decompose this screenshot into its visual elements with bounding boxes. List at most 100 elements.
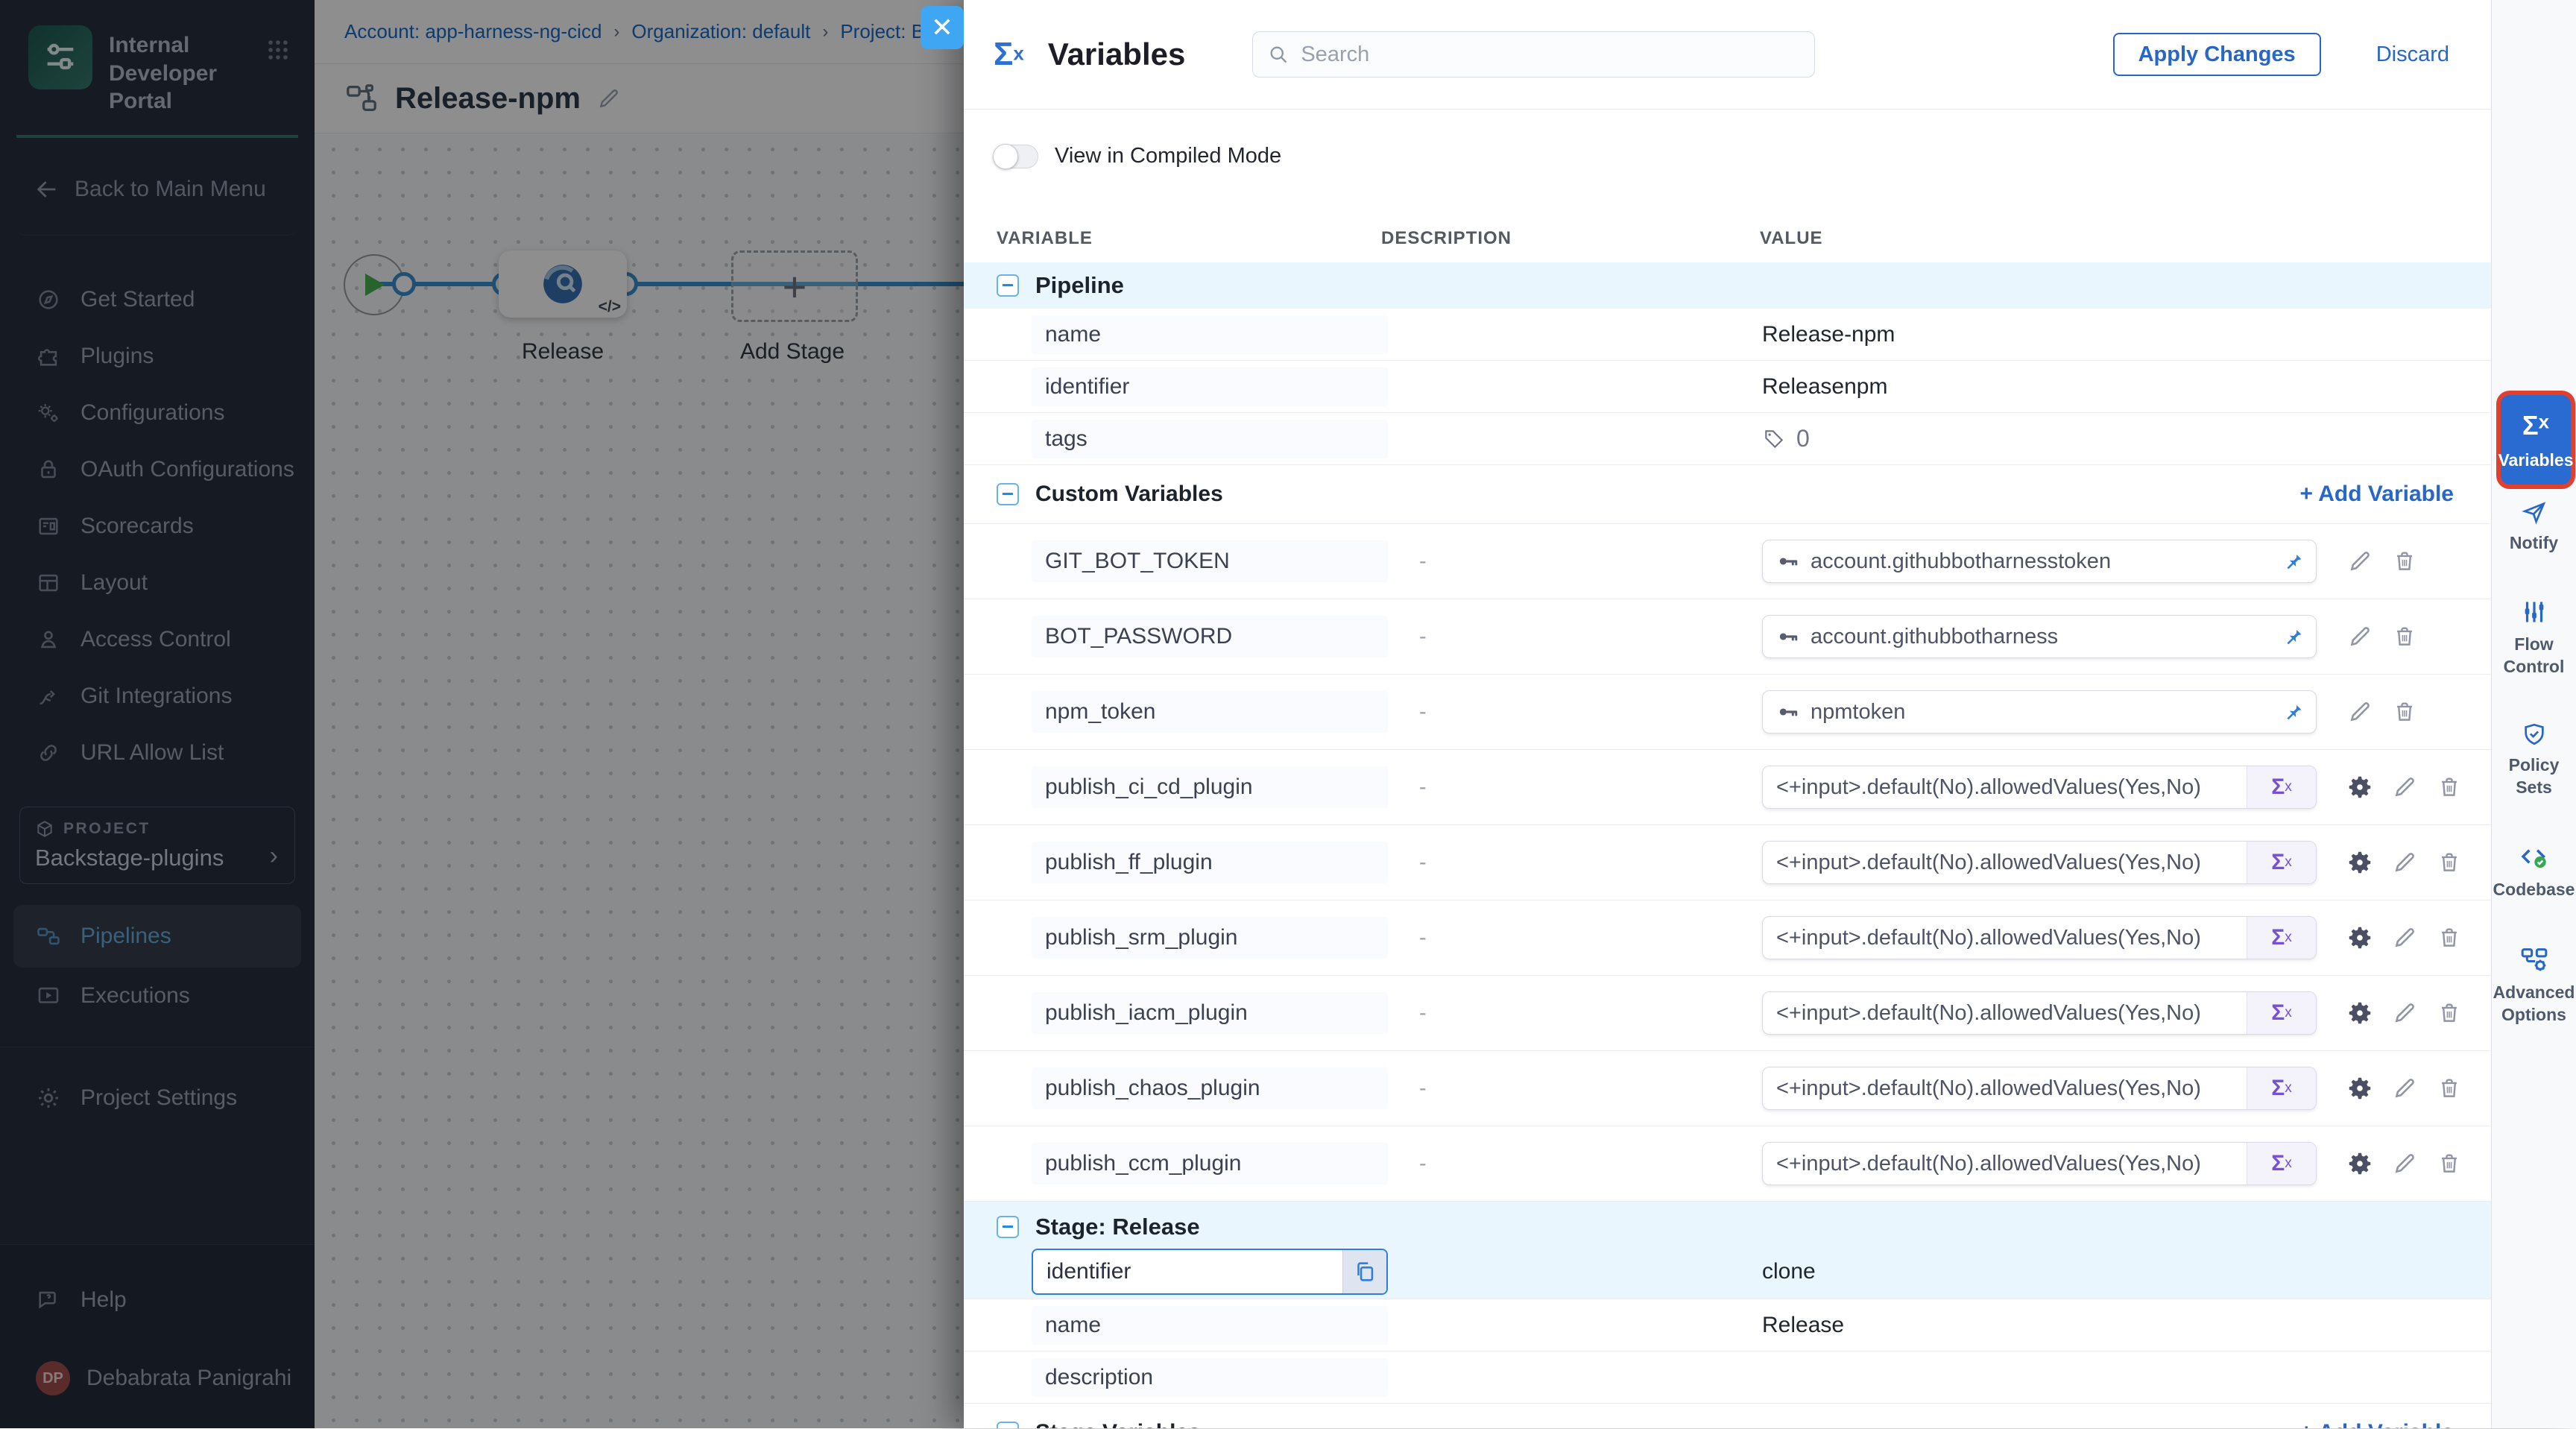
configure-variable-button[interactable]	[2343, 1072, 2376, 1105]
pin-icon[interactable]	[2270, 540, 2316, 582]
secret-reference-text: account.githubbotharness	[1811, 625, 2270, 649]
rail-tab-label: Advanced Options	[2492, 982, 2576, 1026]
sigma-x-icon: Σx	[994, 36, 1024, 73]
cell-variable: identifier	[1032, 367, 1419, 406]
expression-sigma-button[interactable]: Σx	[2247, 1143, 2316, 1184]
variable-value-input[interactable]: <+input>.default(No).allowedValues(Yes,N…	[1762, 991, 2317, 1035]
configure-variable-button[interactable]	[2343, 1147, 2376, 1180]
edit-variable-button[interactable]	[2388, 771, 2421, 804]
collapse-minus-icon[interactable]: −	[997, 274, 1019, 297]
variable-value-input[interactable]: <+input>.default(No).allowedValues(Yes,N…	[1762, 916, 2317, 959]
variable-value-input[interactable]: <+input>.default(No).allowedValues(Yes,N…	[1762, 841, 2317, 884]
configure-variable-button[interactable]	[2343, 921, 2376, 954]
collapse-minus-icon[interactable]: −	[997, 483, 1019, 505]
pipeline-gear-icon	[2519, 944, 2549, 974]
edit-variable-button[interactable]	[2343, 545, 2376, 578]
col-variable: VARIABLE	[997, 228, 1381, 249]
variable-name-field[interactable]: publish_ccm_plugin	[1032, 1143, 1388, 1184]
variable-name-field[interactable]: tags	[1032, 420, 1388, 458]
expression-sigma-button[interactable]: Σx	[2247, 992, 2316, 1034]
rail-tab-notify[interactable]: Notify	[2492, 499, 2576, 555]
stage-identifier-text: identifier	[1033, 1259, 1342, 1284]
variable-value-input[interactable]: <+input>.default(No).allowedValues(Yes,N…	[1762, 1067, 2317, 1110]
edit-variable-button[interactable]	[2343, 620, 2376, 653]
variable-name-field[interactable]: GIT_BOT_TOKEN	[1032, 540, 1388, 582]
collapse-minus-icon[interactable]: −	[997, 1422, 1019, 1428]
rail-tab-codebase[interactable]: Codebase	[2492, 842, 2576, 901]
compiled-mode-label: View in Compiled Mode	[1055, 144, 1281, 168]
edit-variable-button[interactable]	[2388, 1147, 2421, 1180]
rail-tab-advanced-options[interactable]: Advanced Options	[2492, 944, 2576, 1026]
edit-variable-button[interactable]	[2343, 695, 2376, 728]
delete-variable-button[interactable]	[2433, 997, 2466, 1029]
close-drawer-button[interactable]: ✕	[921, 6, 964, 49]
rail-tab-variables[interactable]: ΣxVariables	[2496, 391, 2575, 489]
cell-value: <+input>.default(No).allowedValues(Yes,N…	[1762, 841, 2491, 884]
row-actions	[2343, 545, 2421, 578]
delete-variable-button[interactable]	[2388, 620, 2421, 653]
rail-tab-policy-sets[interactable]: Policy Sets	[2492, 722, 2576, 799]
table-row: tags 0	[964, 413, 2491, 465]
cell-variable: publish_ci_cd_plugin	[1032, 766, 1419, 808]
stage-section: −Stage: Releaseidentifierclone	[964, 1202, 2491, 1299]
configure-variable-button[interactable]	[2343, 846, 2376, 879]
cell-variable: publish_srm_plugin	[1032, 917, 1419, 959]
delete-variable-button[interactable]	[2388, 545, 2421, 578]
edit-variable-button[interactable]	[2388, 997, 2421, 1029]
variable-name-field[interactable]: name	[1032, 1306, 1388, 1345]
sliders-icon	[2520, 598, 2548, 626]
variable-name-field[interactable]: BOT_PASSWORD	[1032, 616, 1388, 657]
apply-changes-button[interactable]: Apply Changes	[2113, 33, 2321, 76]
variable-value-input[interactable]: <+input>.default(No).allowedValues(Yes,N…	[1762, 766, 2317, 809]
runtime-input-text: <+input>.default(No).allowedValues(Yes,N…	[1763, 926, 2247, 950]
delete-variable-button[interactable]	[2433, 1147, 2466, 1180]
key-icon	[1776, 700, 1800, 724]
variable-name-field[interactable]: publish_ff_plugin	[1032, 842, 1388, 883]
edit-variable-button[interactable]	[2388, 846, 2421, 879]
variable-name-field[interactable]: identifier	[1032, 367, 1388, 406]
delete-variable-button[interactable]	[2433, 846, 2466, 879]
discard-button[interactable]: Discard	[2376, 42, 2449, 67]
delete-variable-button[interactable]	[2433, 921, 2466, 954]
variable-name-field[interactable]: npm_token	[1032, 691, 1388, 733]
edit-variable-button[interactable]	[2388, 921, 2421, 954]
add-variable-button[interactable]: + Add Variable	[2300, 1420, 2454, 1428]
variable-value-input[interactable]: account.githubbotharnesstoken	[1762, 540, 2317, 583]
pin-icon[interactable]	[2270, 691, 2316, 733]
edit-variable-button[interactable]	[2388, 1072, 2421, 1105]
add-variable-button[interactable]: + Add Variable	[2300, 482, 2454, 507]
drawer-body: View in Compiled Mode VARIABLE DESCRIPTI…	[964, 110, 2491, 1428]
variable-name-field[interactable]: name	[1032, 315, 1388, 354]
variable-value-input[interactable]: npmtoken	[1762, 690, 2317, 734]
stage-identifier-input[interactable]: identifier	[1032, 1249, 1388, 1295]
copy-icon[interactable]	[1342, 1250, 1386, 1293]
expression-sigma-button[interactable]: Σx	[2247, 917, 2316, 959]
configure-variable-button[interactable]	[2343, 997, 2376, 1029]
rail-tab-flow-control[interactable]: Flow Control	[2492, 598, 2576, 678]
variable-name-field[interactable]: publish_ci_cd_plugin	[1032, 766, 1388, 808]
variable-name-field[interactable]: publish_srm_plugin	[1032, 917, 1388, 959]
tags-count: 0	[1796, 425, 1810, 452]
variable-name-field[interactable]: publish_iacm_plugin	[1032, 992, 1388, 1034]
expression-sigma-button[interactable]: Σx	[2247, 842, 2316, 883]
cell-value: account.githubbotharness	[1762, 615, 2491, 658]
expression-sigma-button[interactable]: Σx	[2247, 1067, 2316, 1109]
variable-name-field[interactable]: publish_chaos_plugin	[1032, 1067, 1388, 1109]
section-title: Stage Variables	[1035, 1420, 1201, 1428]
configure-variable-button[interactable]	[2343, 771, 2376, 804]
runtime-input-text: <+input>.default(No).allowedValues(Yes,N…	[1763, 1076, 2247, 1101]
delete-variable-button[interactable]	[2433, 1072, 2466, 1105]
search-input[interactable]: Search	[1252, 31, 1815, 78]
expression-sigma-button[interactable]: Σx	[2247, 766, 2316, 808]
tag-icon	[1762, 427, 1786, 451]
compiled-mode-toggle[interactable]	[994, 145, 1038, 168]
delete-variable-button[interactable]	[2433, 771, 2466, 804]
delete-variable-button[interactable]	[2388, 695, 2421, 728]
variable-value-input[interactable]: account.githubbotharness	[1762, 615, 2317, 658]
table-row: publish_iacm_plugin-<+input>.default(No)…	[964, 976, 2491, 1051]
pin-icon[interactable]	[2270, 616, 2316, 657]
variable-name-field[interactable]: description	[1032, 1358, 1388, 1397]
variable-value-input[interactable]: <+input>.default(No).allowedValues(Yes,N…	[1762, 1142, 2317, 1185]
collapse-minus-icon[interactable]: −	[997, 1216, 1019, 1238]
cell-value: <+input>.default(No).allowedValues(Yes,N…	[1762, 1067, 2491, 1110]
